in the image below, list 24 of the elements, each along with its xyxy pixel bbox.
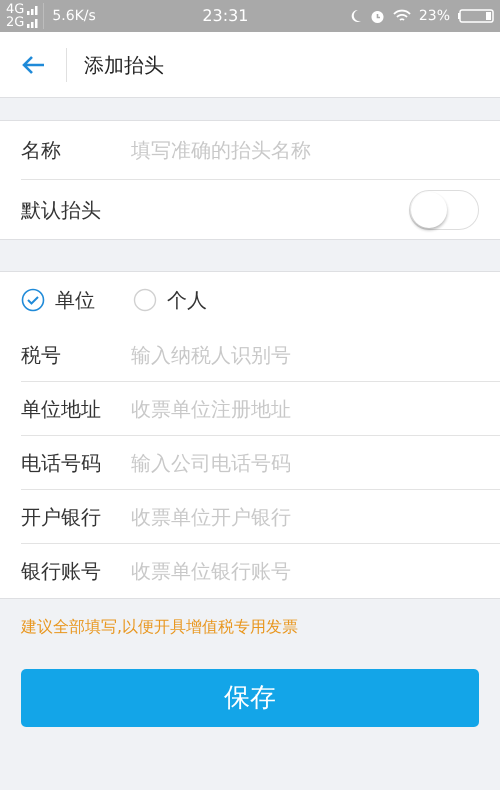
radio-checked-icon xyxy=(21,288,45,312)
alarm-icon xyxy=(370,8,385,24)
page-title: 添加抬头 xyxy=(84,52,164,78)
field-label: 单位地址 xyxy=(21,396,102,422)
hint-text: 建议全部填写,以便开具增值税专用发票 xyxy=(21,616,300,638)
network-speed: 5.6K/s xyxy=(52,6,97,26)
radio-unchecked-icon xyxy=(133,288,157,312)
battery-icon xyxy=(458,9,494,23)
field-label: 开户银行 xyxy=(21,504,102,530)
battery-percent: 23% xyxy=(418,6,450,26)
radio-option[interactable]: 个人 xyxy=(133,285,207,315)
network-type: 4G xyxy=(6,3,24,16)
field-label: 电话号码 xyxy=(21,450,102,476)
field-label: 税号 xyxy=(21,342,62,368)
field-label: 银行账号 xyxy=(21,558,102,585)
toggle-switch[interactable] xyxy=(409,190,479,230)
network-type: 2G xyxy=(6,16,24,29)
wifi-icon xyxy=(392,9,411,23)
moon-icon xyxy=(350,9,362,23)
field-label: 名称 xyxy=(21,137,62,164)
field-label: 默认抬头 xyxy=(21,196,102,224)
radio-option[interactable]: 单位 xyxy=(21,285,95,315)
back-arrow-icon xyxy=(21,54,45,74)
clock: 23:31 xyxy=(202,5,250,27)
